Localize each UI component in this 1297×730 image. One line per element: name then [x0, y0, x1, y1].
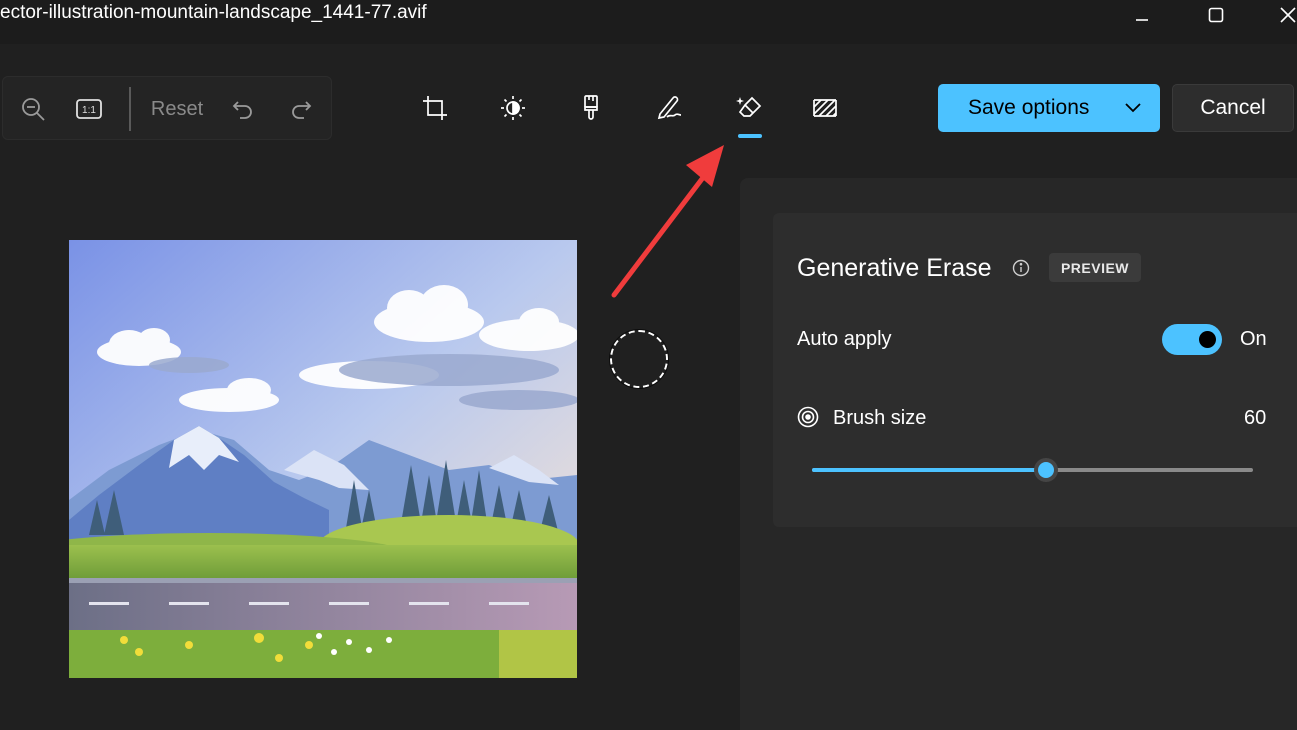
save-options-button[interactable]: Save options — [938, 84, 1160, 132]
minimize-icon — [1136, 19, 1148, 21]
brush-size-label: Brush size — [833, 407, 927, 429]
actual-size-icon: 1:1 — [76, 99, 102, 119]
panel-title: Generative Erase — [797, 254, 992, 282]
annotation-arrow — [611, 145, 724, 298]
crop-icon — [423, 96, 447, 120]
window-title: ector-illustration-mountain-landscape_14… — [0, 2, 427, 23]
auto-apply-state: On — [1240, 328, 1267, 350]
erase-tool-button[interactable] — [727, 86, 771, 130]
auto-apply-label: Auto apply — [797, 328, 892, 350]
filter-tool-button[interactable] — [569, 86, 613, 130]
landscape-image — [69, 240, 577, 678]
markup-tool-button[interactable] — [647, 86, 691, 130]
actual-size-button[interactable]: 1:1 — [67, 77, 111, 141]
background-blur-icon — [813, 99, 837, 117]
save-options-label: Save options — [968, 96, 1090, 119]
brush-size-slider[interactable] — [812, 458, 1253, 482]
view-toolbar: 1:1 Reset — [2, 76, 332, 140]
chevron-down-icon — [1125, 103, 1141, 113]
target-icon — [797, 406, 819, 428]
crop-tool-button[interactable] — [413, 86, 457, 130]
undo-icon — [232, 101, 252, 119]
toggle-knob — [1199, 331, 1216, 348]
maximize-icon — [1208, 7, 1224, 23]
preview-badge: PREVIEW — [1049, 253, 1141, 282]
cancel-button[interactable]: Cancel — [1172, 84, 1294, 132]
brush-size-value: 60 — [1244, 407, 1267, 429]
undo-button[interactable] — [223, 77, 263, 141]
paint-brush-icon — [584, 95, 598, 120]
eraser-sparkle-icon — [736, 96, 762, 117]
brush-size-icon-wrap — [797, 406, 821, 435]
info-icon — [1012, 259, 1030, 277]
cancel-label: Cancel — [1200, 96, 1266, 119]
redo-button[interactable] — [281, 77, 321, 141]
brush-cursor — [609, 329, 669, 389]
title-bar: ector-illustration-mountain-landscape_14… — [0, 0, 1297, 44]
reset-button[interactable]: Reset — [143, 77, 211, 141]
info-button[interactable] — [1012, 259, 1030, 282]
reset-label: Reset — [150, 97, 204, 120]
slider-thumb[interactable] — [1033, 458, 1058, 482]
pen-icon — [657, 96, 682, 120]
zoom-out-icon — [22, 98, 45, 121]
zoom-out-button[interactable] — [11, 77, 55, 141]
redo-icon — [292, 101, 312, 119]
close-button[interactable] — [1258, 0, 1297, 30]
auto-apply-toggle[interactable] — [1162, 324, 1222, 355]
photo-canvas[interactable] — [69, 240, 577, 678]
close-icon — [1280, 7, 1296, 23]
adjustment-tool-button[interactable] — [491, 86, 535, 130]
maximize-button[interactable] — [1186, 0, 1246, 30]
toolbar-divider — [129, 87, 131, 131]
minimize-button[interactable] — [1112, 0, 1172, 30]
slider-fill — [812, 468, 1046, 472]
background-tool-button[interactable] — [803, 86, 847, 130]
brightness-icon — [501, 96, 525, 120]
active-tool-indicator — [738, 134, 762, 138]
actual-size-label: 1:1 — [82, 105, 96, 116]
